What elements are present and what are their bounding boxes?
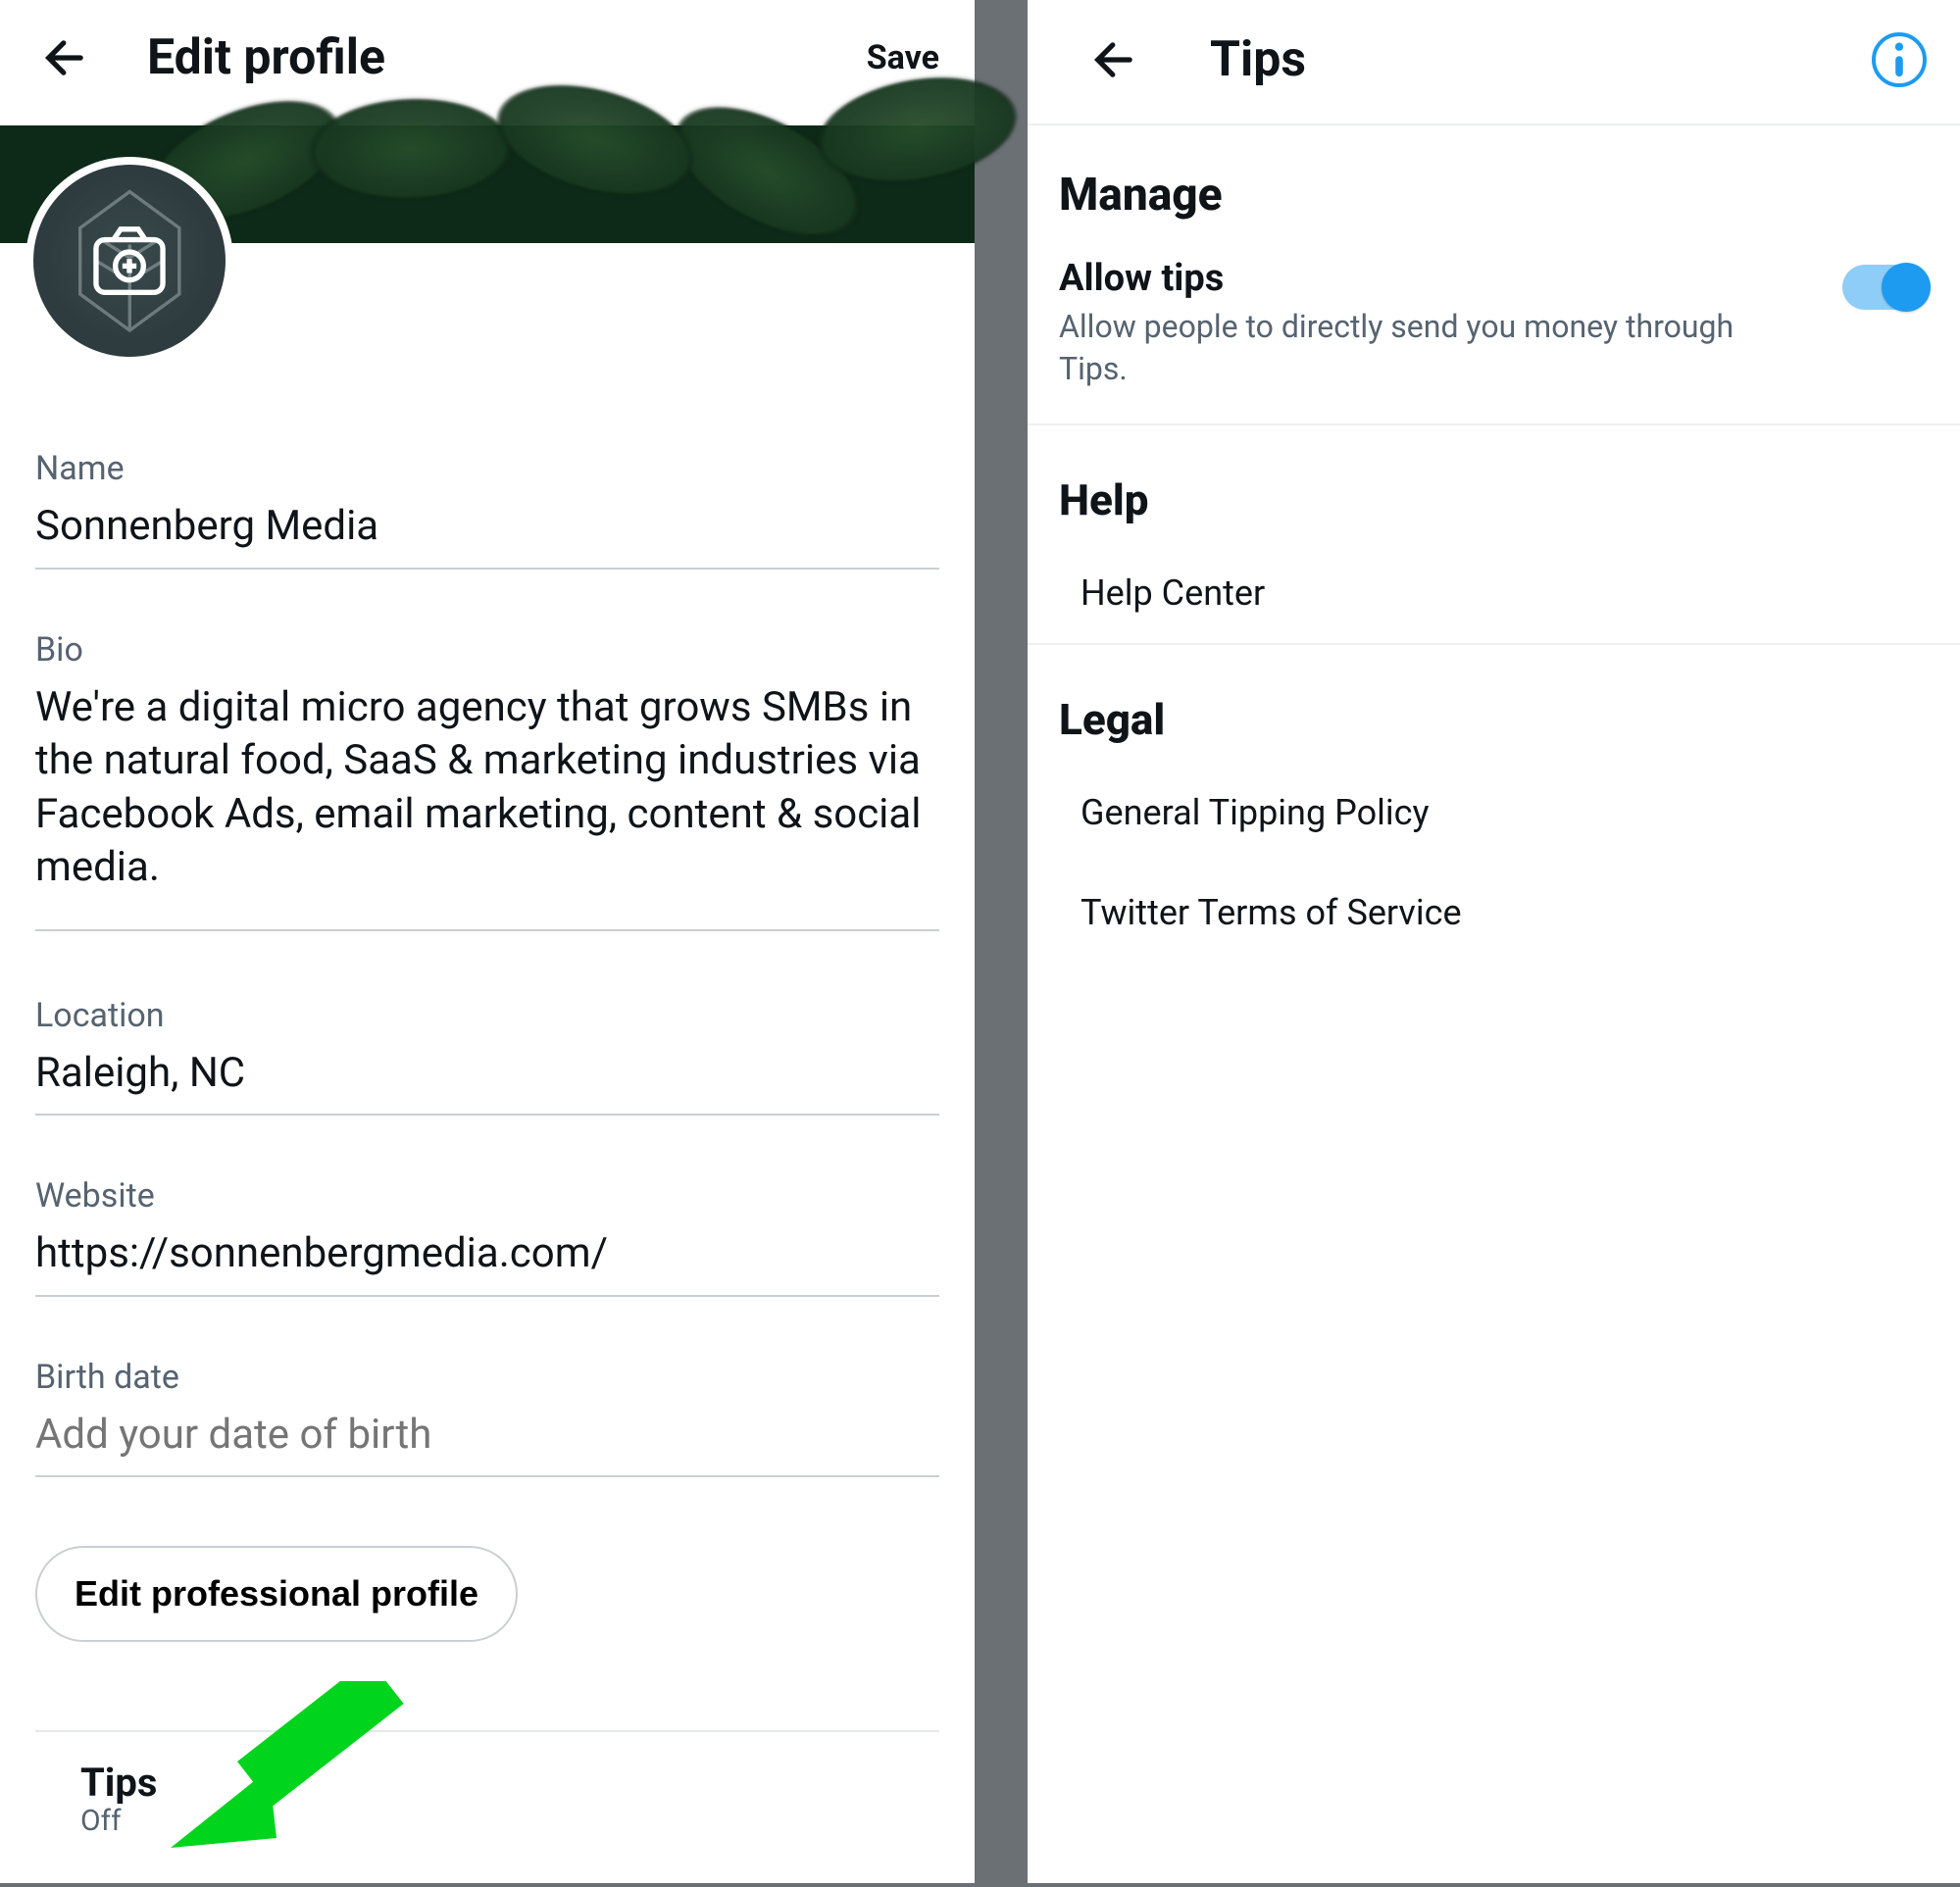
back-button[interactable] (1079, 34, 1151, 85)
manage-heading: Manage (1028, 125, 1960, 247)
bio-field: Bio We're a digital micro agency that gr… (35, 630, 939, 935)
birth-date-field: Birth date (35, 1358, 939, 1478)
info-button[interactable] (1872, 32, 1927, 87)
info-icon (1885, 41, 1913, 78)
edit-professional-profile-button[interactable]: Edit professional profile (35, 1546, 518, 1642)
allow-tips-title: Allow tips (1059, 257, 1819, 300)
legal-heading: Legal (1028, 645, 1960, 763)
tips-header: Tips (1028, 0, 1960, 125)
name-input[interactable] (35, 500, 939, 570)
location-label: Location (35, 996, 939, 1035)
general-tipping-policy-link[interactable]: General Tipping Policy (1028, 763, 1960, 863)
name-field: Name (35, 449, 939, 570)
add-photo-icon (87, 219, 172, 303)
help-center-link[interactable]: Help Center (1028, 543, 1960, 643)
tips-screen: Tips Manage Allow tips Allow people to d… (1028, 0, 1960, 1883)
arrow-left-icon (1089, 34, 1140, 85)
location-field: Location (35, 996, 939, 1117)
twitter-terms-of-service-link[interactable]: Twitter Terms of Service (1028, 863, 1960, 963)
edit-profile-form: Name Bio We're a digital micro agency th… (0, 243, 975, 1848)
birth-date-input[interactable] (35, 1409, 939, 1478)
arrow-left-icon (40, 32, 91, 83)
profile-avatar[interactable] (25, 157, 233, 365)
bio-label: Bio (35, 630, 939, 670)
header-title: Tips (1151, 31, 1306, 88)
tips-row-status: Off (80, 1804, 939, 1838)
help-heading: Help (1028, 425, 1960, 543)
website-label: Website (35, 1176, 939, 1216)
allow-tips-toggle[interactable] (1842, 265, 1927, 310)
allow-tips-row: Allow tips Allow people to directly send… (1028, 247, 1960, 425)
back-button[interactable] (29, 32, 102, 83)
name-label: Name (35, 449, 939, 488)
tips-row[interactable]: Tips Off (35, 1732, 939, 1848)
bio-input[interactable]: We're a digital micro agency that grows … (35, 681, 939, 931)
allow-tips-description: Allow people to directly send you money … (1059, 306, 1765, 390)
website-field: Website (35, 1176, 939, 1297)
birth-date-label: Birth date (35, 1358, 939, 1397)
tips-row-title: Tips (80, 1760, 939, 1806)
location-input[interactable] (35, 1047, 939, 1117)
website-input[interactable] (35, 1227, 939, 1297)
edit-profile-screen: Edit profile Save (0, 0, 975, 1883)
